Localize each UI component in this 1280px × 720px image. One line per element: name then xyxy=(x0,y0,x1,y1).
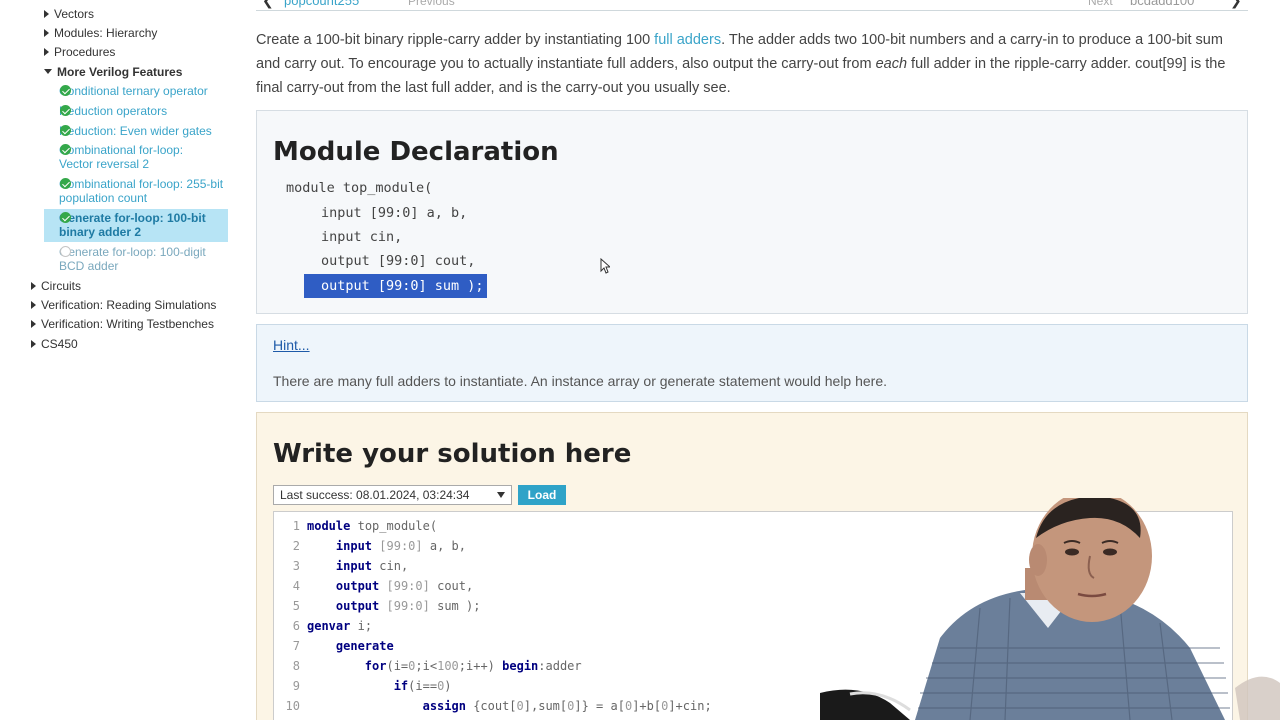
check-icon xyxy=(60,144,71,155)
sidebar-item-modules-hierarchy[interactable]: Modules: Hierarchy xyxy=(44,26,157,41)
line-number: 3 xyxy=(292,559,300,573)
line-number: 4 xyxy=(292,579,300,593)
check-icon xyxy=(60,85,71,96)
sidebar-subitem-reduction-operators[interactable]: Reduction operators xyxy=(44,104,228,121)
line-number: 9 xyxy=(292,679,300,693)
chevron-right-icon[interactable]: ❯ xyxy=(1230,0,1242,9)
chevron-left-icon[interactable]: ❮ xyxy=(262,0,274,9)
expand-triangle-icon xyxy=(44,29,49,37)
previous-problem-link[interactable]: popcount255 xyxy=(284,0,359,8)
expand-triangle-icon xyxy=(31,301,36,309)
expand-triangle-icon xyxy=(31,282,36,290)
previous-label: Previous xyxy=(408,0,455,8)
declaration-line: input cin, xyxy=(321,229,403,245)
solution-title: Write your solution here xyxy=(273,439,632,469)
sidebar-subitem-binary-adder-active[interactable]: Generate for-loop: 100-bit binary adder … xyxy=(44,209,228,242)
check-icon xyxy=(60,125,71,136)
line-number: 10 xyxy=(285,699,300,713)
next-problem-link[interactable]: bcdadd100 xyxy=(1130,0,1194,8)
line-number: 5 xyxy=(292,599,300,613)
module-declaration-title: Module Declaration xyxy=(273,137,559,167)
empty-circle-icon xyxy=(60,246,71,257)
hint-text: There are many full adders to instantiat… xyxy=(273,373,888,389)
declaration-line: input [99:0] a, b, xyxy=(321,205,468,221)
sidebar-item-vectors[interactable]: Vectors xyxy=(44,7,94,22)
sidebar-item-reading-simulations[interactable]: Verification: Reading Simulations xyxy=(31,298,216,313)
line-number: 6 xyxy=(292,619,300,633)
declaration-line-selected: output [99:0] sum ); xyxy=(304,274,487,298)
presenter-webcam-image xyxy=(820,498,1280,720)
sidebar-item-cs450[interactable]: CS450 xyxy=(31,337,78,352)
chevron-down-icon xyxy=(497,492,505,498)
expand-triangle-icon xyxy=(44,48,49,56)
sidebar-subitem-population-count[interactable]: Combinational for-loop: 255-bit populati… xyxy=(44,177,228,207)
problem-description: Create a 100-bit binary ripple-carry add… xyxy=(256,32,1226,96)
module-declaration-panel: Module Declaration module top_module( in… xyxy=(256,110,1248,314)
line-number: 2 xyxy=(292,539,300,553)
load-button[interactable]: Load xyxy=(518,485,566,505)
mouse-cursor-icon xyxy=(600,258,610,274)
sidebar-item-circuits[interactable]: Circuits xyxy=(31,279,81,294)
line-number: 7 xyxy=(292,639,300,653)
expand-triangle-icon xyxy=(31,320,36,328)
sidebar-subitem-vector-reversal[interactable]: Combinational for-loop: Vector reversal … xyxy=(44,143,228,173)
check-icon xyxy=(60,212,71,223)
declaration-line: output [99:0] cout, xyxy=(321,253,476,269)
next-label: Next xyxy=(1088,0,1113,8)
declaration-line: module top_module( xyxy=(286,180,433,196)
sidebar-item-more-verilog-features[interactable]: More Verilog Features xyxy=(44,65,182,80)
sidebar-subitem-conditional-ternary[interactable]: Conditional ternary operator xyxy=(44,84,228,101)
line-number: 8 xyxy=(292,659,300,673)
sidebar-subitem-reduction-wider-gates[interactable]: Reduction: Even wider gates xyxy=(44,124,228,141)
check-icon xyxy=(60,105,71,116)
sidebar-item-procedures[interactable]: Procedures xyxy=(44,45,115,60)
full-adders-link[interactable]: full adders xyxy=(654,32,721,48)
sidebar-subitem-bcd-adder[interactable]: Generate for-loop: 100-digit BCD adder xyxy=(44,245,228,275)
problem-navigation: ❮ popcount255 Previous Next bcdadd100 ❯ xyxy=(256,0,1248,11)
sidebar: Vectors Modules: Hierarchy Procedures Mo… xyxy=(0,0,236,720)
line-number: 1 xyxy=(292,519,300,533)
sidebar-item-writing-testbenches[interactable]: Verification: Writing Testbenches xyxy=(31,317,214,332)
submission-history-select[interactable]: Last success: 08.01.2024, 03:24:34 xyxy=(273,485,512,505)
hint-panel: Hint... There are many full adders to in… xyxy=(256,324,1248,402)
expand-triangle-icon xyxy=(44,10,49,18)
check-icon xyxy=(60,178,71,189)
hint-toggle-link[interactable]: Hint... xyxy=(273,337,310,353)
expand-triangle-icon xyxy=(31,340,36,348)
collapse-triangle-icon xyxy=(44,69,52,74)
